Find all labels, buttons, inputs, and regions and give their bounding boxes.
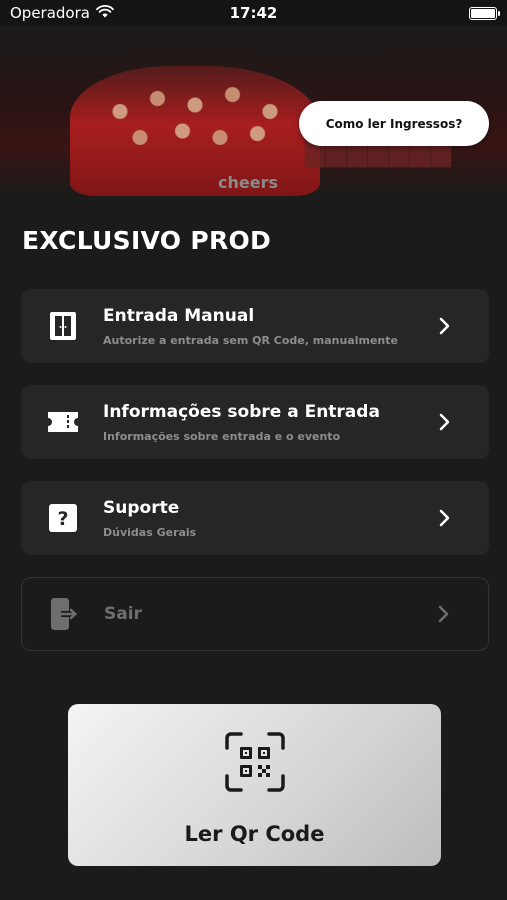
chevron-right-icon — [434, 605, 454, 623]
chevron-right-icon — [435, 509, 455, 527]
menu-item-support[interactable]: ? Suporte Dúvidas Gerais — [21, 481, 489, 555]
menu-item-title: Informações sobre a Entrada — [103, 401, 380, 422]
menu-item-title: Suporte — [103, 497, 180, 518]
crowd-photo — [70, 66, 320, 196]
battery-icon — [469, 6, 500, 20]
status-left: Operadora — [10, 4, 114, 22]
chevron-right-icon — [435, 317, 455, 335]
question-icon: ? — [45, 500, 81, 536]
read-qr-code-label: Ler Qr Code — [184, 822, 325, 846]
menu-item-subtitle: Dúvidas Gerais — [103, 525, 197, 539]
menu-item-title: Entrada Manual — [103, 305, 255, 326]
wifi-icon — [96, 4, 114, 22]
svg-text:?: ? — [57, 508, 68, 530]
menu-item-title: Sair — [104, 604, 142, 624]
banner-brand-text: cheers — [218, 173, 278, 192]
menu-item-entry-info[interactable]: Informações sobre a Entrada Informações … — [21, 385, 489, 459]
chevron-right-icon — [435, 413, 455, 431]
menu-item-manual-entry[interactable]: Entrada Manual Autorize a entrada sem QR… — [21, 289, 489, 363]
how-to-read-tickets-button[interactable]: Como ler Ingressos? — [299, 101, 489, 146]
qr-code-icon — [223, 730, 287, 794]
carrier-name: Operadora — [10, 4, 90, 22]
door-icon — [45, 308, 81, 344]
ticket-icon — [45, 404, 81, 440]
read-qr-code-button[interactable]: Ler Qr Code — [68, 704, 441, 866]
menu-item-subtitle: Autorize a entrada sem QR Code, manualme… — [103, 333, 398, 347]
logout-icon — [46, 596, 82, 632]
page-title: EXCLUSIVO PROD — [22, 226, 272, 255]
menu-item-subtitle: Informações sobre entrada e o evento — [103, 429, 341, 443]
status-bar: Operadora 17:42 — [0, 0, 507, 26]
menu-item-logout[interactable]: Sair — [21, 577, 489, 651]
